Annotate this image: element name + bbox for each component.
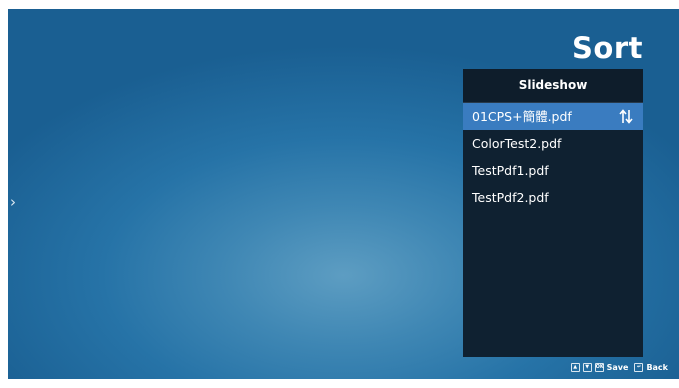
key-hint-bar: ▲ ▼ OK Save ↵ Back — [570, 363, 671, 372]
down-key-icon: ▼ — [582, 363, 592, 372]
chevron-left-icon[interactable]: › — [10, 195, 16, 210]
ok-key-icon: OK — [594, 363, 604, 372]
list-item-label: TestPdf2.pdf — [472, 190, 549, 205]
list-item[interactable]: TestPdf1.pdf — [463, 157, 643, 184]
playlist-panel: Slideshow 01CPS+簡體.pdf ColorTest2.pdf Te… — [463, 69, 643, 357]
list-item-label: TestPdf1.pdf — [472, 163, 549, 178]
list-item[interactable]: TestPdf2.pdf — [463, 184, 643, 211]
list-item[interactable]: ColorTest2.pdf — [463, 130, 643, 157]
panel-header: Slideshow — [463, 69, 643, 103]
file-list: 01CPS+簡體.pdf ColorTest2.pdf TestPdf1.pdf… — [463, 103, 643, 211]
up-key-icon: ▲ — [570, 363, 580, 372]
back-label[interactable]: Back — [646, 363, 668, 372]
save-label[interactable]: Save — [607, 363, 629, 372]
screen-background: › Sort Slideshow 01CPS+簡體.pdf ColorTest2… — [8, 9, 679, 379]
back-key-icon: ↵ — [634, 363, 644, 372]
page-title: Sort — [572, 31, 643, 65]
list-item[interactable]: 01CPS+簡體.pdf — [463, 103, 643, 130]
list-item-label: ColorTest2.pdf — [472, 136, 562, 151]
sort-icon[interactable] — [619, 109, 633, 124]
list-item-label: 01CPS+簡體.pdf — [472, 109, 572, 124]
